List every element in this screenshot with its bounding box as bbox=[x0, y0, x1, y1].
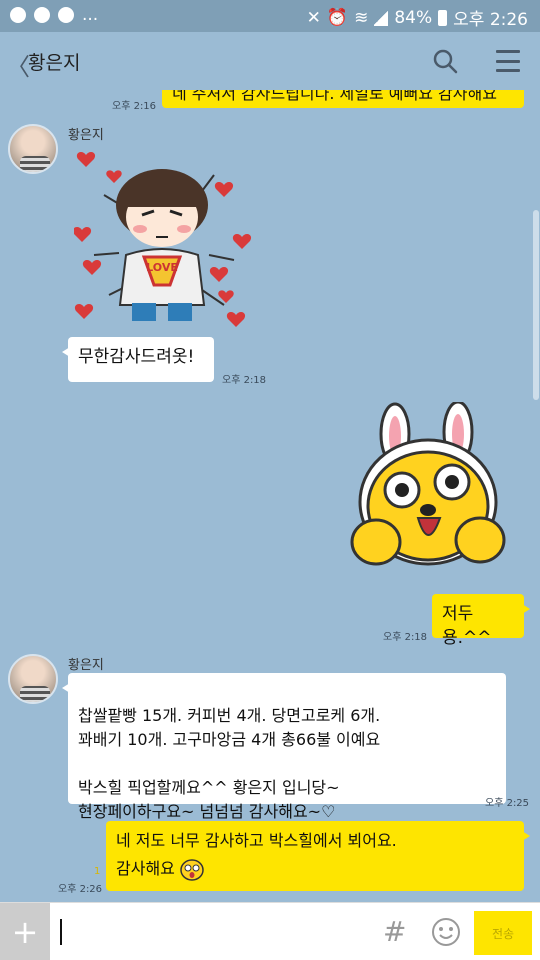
search-icon[interactable] bbox=[432, 48, 458, 74]
battery-percent: 84% bbox=[394, 7, 433, 28]
battery-icon bbox=[438, 9, 448, 26]
notification-icons: ... bbox=[10, 5, 98, 25]
app-notification-icon bbox=[10, 7, 26, 23]
love-sticker[interactable]: LOVE bbox=[74, 145, 254, 335]
sender-name: 황은지 bbox=[68, 658, 104, 673]
message-text-line-group: 감사해요 bbox=[116, 855, 514, 883]
chat-title: 황은지 bbox=[28, 52, 81, 74]
media-notification-icon bbox=[58, 7, 74, 23]
surprised-emoticon-icon bbox=[180, 859, 204, 881]
unread-count: 1 bbox=[94, 866, 101, 877]
message-time: 오후 2:18 bbox=[222, 375, 267, 386]
chat-header: 〈 황은지 bbox=[0, 32, 540, 90]
mute-icon: ✕ bbox=[306, 7, 321, 28]
message-input-bar: + # 전송 bbox=[0, 902, 540, 960]
message-text-line: 감사해요 bbox=[116, 859, 175, 878]
send-button[interactable]: 전송 bbox=[474, 911, 532, 955]
message-text-line: 네 저도 너무 감사하고 박스힐에서 뵈어요. bbox=[116, 831, 397, 850]
sticker-love-text: LOVE bbox=[146, 261, 178, 274]
message-bubble-outgoing[interactable]: 네 주셔서 감사드립니다. 제일로 예뻐요 감사해요 bbox=[162, 90, 524, 108]
system-icons: ✕ ⏰ ≋ 84% 오후 2:26 bbox=[306, 5, 528, 31]
alarm-icon: ⏰ bbox=[326, 7, 349, 28]
message-time: 오후 2:25 bbox=[485, 798, 530, 809]
bunny-sticker[interactable] bbox=[350, 402, 515, 582]
message-time: 오후 2:26 bbox=[58, 884, 103, 895]
message-bubble-incoming[interactable]: 무한감사드려옷! bbox=[62, 337, 214, 382]
avatar[interactable] bbox=[8, 124, 58, 174]
emoticon-icon[interactable] bbox=[431, 917, 461, 947]
signal-icon bbox=[374, 9, 389, 26]
message-bubble-incoming[interactable]: 찹쌀팥빵 15개. 커피번 4개. 당면고로케 6개. 꽈배기 10개. 고구마… bbox=[62, 673, 506, 821]
clock: 오후 2:26 bbox=[453, 10, 528, 30]
avatar[interactable] bbox=[8, 654, 58, 704]
scrollbar[interactable] bbox=[533, 210, 539, 400]
message-time: 오후 2:18 bbox=[383, 632, 428, 643]
message-time: 오후 2:16 bbox=[112, 101, 157, 112]
clipped-region: 네 주셔서 감사드립니다. 제일로 예뻐요 감사해요 bbox=[0, 90, 540, 112]
message-text: 찹쌀팥빵 15개. 커피번 4개. 당면고로케 6개. 꽈배기 10개. 고구마… bbox=[78, 706, 381, 821]
more-notifications: ... bbox=[82, 5, 99, 25]
status-bar: ... ✕ ⏰ ≋ 84% 오후 2:26 bbox=[0, 0, 540, 32]
wifi-icon: ≋ bbox=[354, 7, 369, 28]
menu-icon[interactable] bbox=[496, 50, 520, 72]
text-cursor bbox=[60, 919, 62, 945]
plus-icon: + bbox=[11, 913, 39, 951]
message-text: 저두용.^^ bbox=[442, 604, 492, 648]
message-text: 네 주셔서 감사드립니다. 제일로 예뻐요 감사해요 bbox=[172, 90, 497, 103]
sender-name: 황은지 bbox=[68, 128, 104, 143]
attach-button[interactable]: + bbox=[0, 903, 50, 960]
message-bubble-outgoing[interactable]: 저두용.^^ bbox=[432, 594, 530, 648]
back-button[interactable]: 〈 bbox=[6, 47, 30, 82]
chat-notification-icon bbox=[34, 7, 50, 23]
message-bubble-outgoing[interactable]: 네 저도 너무 감사하고 박스힐에서 뵈어요. 감사해요 bbox=[106, 821, 530, 891]
message-input[interactable] bbox=[64, 913, 364, 951]
message-text: 무한감사드려옷! bbox=[78, 347, 195, 367]
hashtag-search-button[interactable]: # bbox=[383, 915, 406, 948]
